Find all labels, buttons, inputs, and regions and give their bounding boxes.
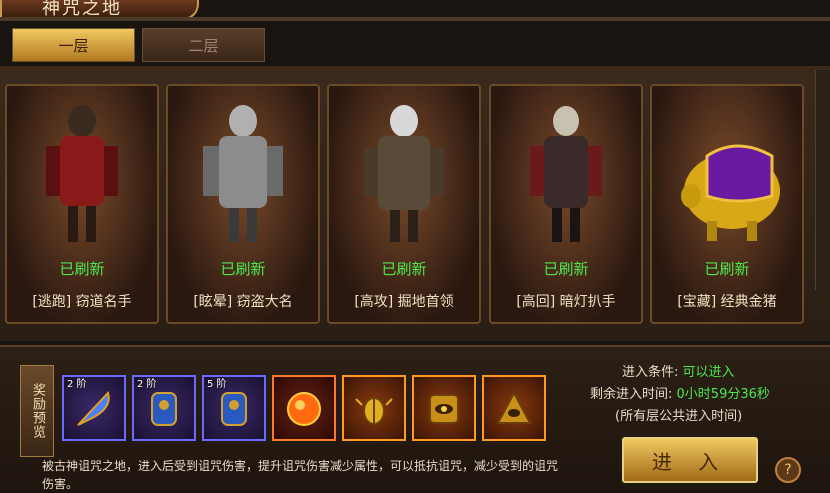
card-status: 已刷新 — [543, 260, 589, 278]
feather-icon — [77, 391, 110, 426]
area-description: 被古神诅咒之地，进入后受到诅咒伤害，提升诅咒伤害减少属性，可以抵抗诅咒，减少受到… — [42, 459, 559, 491]
card-name: [宝藏] 经典金猪 — [677, 294, 777, 310]
boss-card-panel: 已刷新 [逃跑] 窃道名手 已刷新 [眩晕] 窃盗大名 已刷新 [高攻] 掘地首… — [0, 66, 830, 341]
reward-item[interactable]: 5 阶 — [202, 375, 266, 441]
entry-condition-row: 进入条件: 可以进入 — [570, 362, 810, 384]
boss-card[interactable]: 已刷新 [眩晕] 窃盗大名 — [166, 84, 320, 324]
boss-portrait-icon — [203, 105, 283, 242]
reward-item[interactable] — [272, 375, 336, 441]
side-scrollbar[interactable] — [815, 70, 830, 290]
reward-item[interactable] — [412, 375, 476, 441]
armor-icon — [221, 392, 247, 426]
tab-floor-1[interactable]: 一层 — [12, 28, 135, 62]
card-status: 已刷新 — [59, 260, 105, 278]
card-name: [高回] 暗灯扒手 — [516, 294, 616, 310]
boss-card[interactable]: 已刷新 [高攻] 掘地首领 — [327, 84, 481, 324]
armor-icon — [151, 392, 177, 426]
card-name: [高攻] 掘地首领 — [354, 294, 454, 310]
boss-card[interactable]: 已刷新 [高回] 暗灯扒手 — [489, 84, 643, 324]
entry-condition-value: 可以进入 — [682, 365, 735, 380]
shared-time-note: (所有层公共进入时间) — [615, 409, 743, 424]
reward-item[interactable]: 2 阶 — [132, 375, 196, 441]
fire-orb-icon — [287, 392, 321, 426]
entry-condition-label: 进入条件: — [622, 365, 679, 380]
card-status: 已刷新 — [381, 260, 427, 278]
remaining-time-value: 0小时59分36秒 — [676, 387, 770, 402]
reward-item[interactable]: 2 阶 — [62, 375, 126, 441]
triangle-eye-icon — [496, 390, 532, 424]
beetle-icon — [355, 397, 393, 425]
help-icon[interactable]: ? — [775, 457, 801, 483]
card-status: 已刷新 — [220, 260, 266, 278]
reward-preview-label: 奖励预览 — [20, 365, 54, 457]
boss-portrait-icon — [530, 106, 602, 242]
golden-pig-icon — [681, 144, 780, 241]
boss-portrait-icon — [46, 105, 118, 242]
card-name: [逃跑] 窃道名手 — [32, 294, 132, 310]
card-name: [眩晕] 窃盗大名 — [193, 294, 293, 310]
entry-conditions: 进入条件: 可以进入 剩余进入时间: 0小时59分36秒 (所有层公共进入时间) — [570, 362, 810, 428]
boss-card[interactable]: 已刷新 [逃跑] 窃道名手 — [5, 84, 159, 324]
remaining-time-label: 剩余进入时间: — [590, 387, 673, 402]
enter-button[interactable]: 进 入 — [622, 437, 758, 483]
reward-item[interactable] — [482, 375, 546, 441]
boss-portrait-icon — [364, 105, 444, 242]
remaining-time-row: 剩余进入时间: 0小时59分36秒 — [570, 384, 810, 406]
tab-floor-2[interactable]: 二层 — [142, 28, 265, 62]
eye-emblem-icon — [429, 394, 459, 424]
boss-card[interactable]: 已刷新 [宝藏] 经典金猪 — [650, 84, 804, 324]
reward-info-panel: 奖励预览 2 阶 2 阶 5 阶 被古神诅咒之地，进入后受到诅咒伤害，提升诅咒伤… — [0, 345, 830, 492]
title-divider — [0, 17, 830, 21]
card-status: 已刷新 — [704, 260, 750, 278]
reward-item[interactable] — [342, 375, 406, 441]
